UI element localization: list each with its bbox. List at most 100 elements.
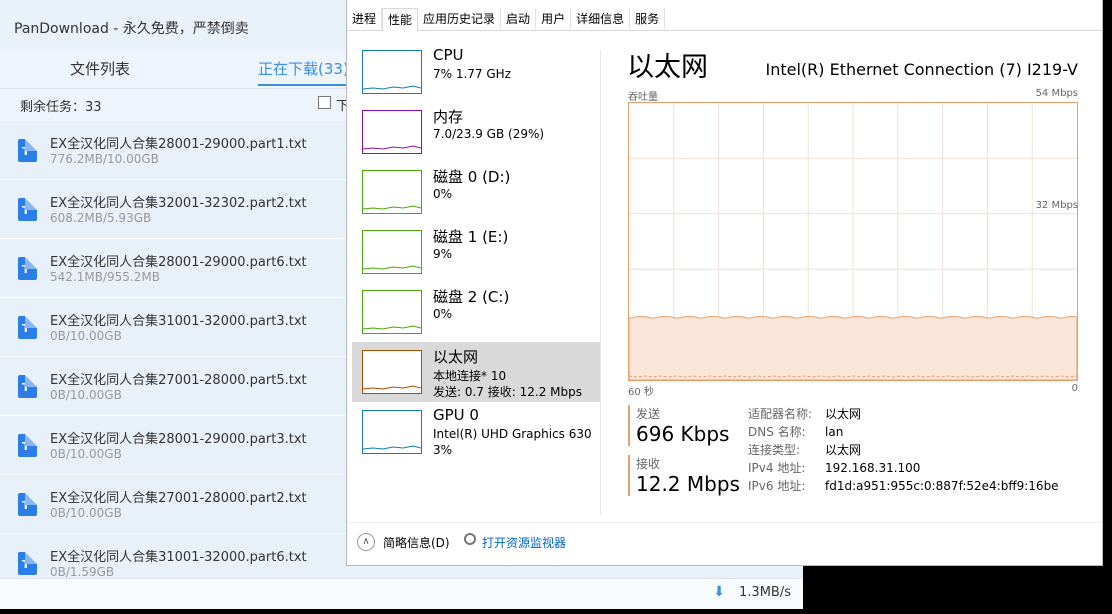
device-thumbnail — [362, 410, 422, 454]
device-item[interactable]: CPU 7% 1.77 GHz — [352, 42, 600, 102]
device-thumbnail — [362, 50, 422, 94]
text-file-icon: T — [18, 316, 37, 339]
device-sparkline — [362, 85, 422, 90]
divider — [600, 50, 601, 515]
receive-area — [628, 316, 1078, 381]
property-key: DNS 名称: — [748, 425, 806, 439]
device-name: 磁盘 2 (C:) — [433, 288, 510, 306]
device-item[interactable]: 磁盘 1 (E:) 9% — [352, 222, 600, 282]
tab-bar: 进程 性能 应用历史记录 启动 用户 详细信息 服务 — [347, 8, 1102, 32]
property-row: IPv4 地址: 192.168.31.100 — [748, 459, 1059, 477]
tab-2[interactable]: 应用历史记录 — [418, 8, 502, 29]
property-value: 以太网 — [825, 443, 862, 457]
file-name: EX全汉化同人合集27001-28000.part2.txt — [50, 491, 307, 506]
x-right-label: 0 — [1071, 383, 1078, 394]
text-file-icon: T — [18, 198, 37, 221]
file-icon-letter: T — [22, 263, 30, 276]
file-progress: 608.2MB/5.93GB — [50, 211, 152, 225]
file-name: EX全汉化同人合集28001-29000.part3.txt — [50, 432, 307, 447]
send-stat: 发送 696 Kbps — [628, 405, 746, 446]
tab-6[interactable]: 服务 — [630, 8, 666, 29]
device-thumbnail — [362, 290, 422, 334]
device-sparkline — [362, 205, 422, 210]
send-value: 696 Kbps — [636, 422, 730, 446]
property-row: 连接类型: 以太网 — [748, 441, 1059, 459]
active-tab-indicator — [258, 84, 348, 86]
page-title: 以太网 — [627, 52, 708, 83]
property-value: 192.168.31.100 — [825, 461, 921, 475]
file-icon-letter: T — [22, 499, 30, 512]
tab-4[interactable]: 用户 — [536, 8, 572, 29]
device-detail: 9% — [433, 247, 453, 261]
brief-info-button[interactable]: 简略信息(D) — [383, 534, 450, 551]
device-name: CPU — [433, 46, 464, 64]
device-detail: 7.0/23.9 GB (29%) — [433, 127, 545, 141]
file-icon-letter: T — [22, 322, 30, 335]
device-detail-2: 发送: 0.7 接收: 12.2 Mbps — [433, 385, 582, 399]
property-row: IPv6 地址: fd1d:a951:955c:0:887f:52e4:bff9:… — [748, 477, 1059, 495]
property-value: 以太网 — [825, 407, 862, 421]
select-checkbox[interactable] — [318, 96, 331, 109]
property-key: 适配器名称: — [748, 407, 813, 421]
file-progress: 0B/10.00GB — [50, 447, 122, 461]
remaining-tasks: 剩余任务：33 — [20, 100, 102, 115]
tab-downloading[interactable]: 正在下载(33) — [258, 58, 349, 79]
text-file-icon: T — [18, 139, 37, 162]
device-detail-2: 3% — [433, 443, 453, 457]
task-manager-window: 进程 性能 应用历史记录 启动 用户 详细信息 服务 CPU 7% 1.77 GHz 内存 7.0… — [346, 0, 1103, 566]
device-item[interactable]: 磁盘 2 (C:) 0% — [352, 282, 600, 342]
chevron-up-icon[interactable]: ∧ — [357, 533, 375, 551]
property-row: 适配器名称: 以太网 — [748, 405, 1059, 423]
tab-1[interactable]: 性能 — [382, 8, 419, 32]
throughput-graph-svg — [628, 103, 1078, 381]
x-left-label: 60 秒 — [628, 387, 654, 398]
device-thumbnail — [362, 350, 422, 394]
y-max-label: 54 Mbps — [1035, 88, 1078, 99]
text-file-icon: T — [18, 375, 37, 398]
footer: ∧ 简略信息(D) 打开资源监视器 — [347, 522, 1102, 566]
text-file-icon: T — [18, 434, 37, 457]
device-item[interactable]: 磁盘 0 (D:) 0% — [352, 162, 600, 222]
file-progress: 0B/1.59GB — [50, 565, 115, 579]
device-name: 以太网 — [433, 348, 479, 366]
throughput-graph — [628, 102, 1078, 381]
receive-value: 12.2 Mbps — [636, 472, 740, 496]
y-mid-label: 32 Mbps — [1035, 200, 1078, 211]
file-progress: 0B/10.00GB — [50, 388, 122, 402]
file-icon-letter: T — [22, 440, 30, 453]
open-resource-monitor-link[interactable]: 打开资源监视器 — [482, 534, 566, 551]
device-sparkline — [362, 445, 422, 450]
device-detail: 0% — [433, 187, 453, 201]
file-name: EX全汉化同人合集31001-32000.part6.txt — [50, 550, 307, 565]
file-icon-letter: T — [22, 204, 30, 217]
tab-5[interactable]: 详细信息 — [571, 8, 631, 29]
device-name: 磁盘 0 (D:) — [433, 168, 511, 186]
file-name: EX全汉化同人合集27001-28000.part5.txt — [50, 373, 307, 388]
download-arrow-icon: ⬇ — [713, 584, 725, 600]
file-name: EX全汉化同人合集32001-32302.part2.txt — [50, 196, 307, 211]
device-name: 内存 — [433, 108, 464, 126]
property-key: IPv4 地址: — [748, 461, 806, 475]
tab-3[interactable]: 启动 — [501, 8, 537, 29]
device-item[interactable]: GPU 0 Intel(R) UHD Graphics 630 3% — [352, 402, 600, 462]
device-thumbnail — [362, 170, 422, 214]
file-icon-letter: T — [22, 558, 30, 571]
receive-label: 接收 — [636, 457, 661, 471]
tab-file-list[interactable]: 文件列表 — [70, 58, 130, 79]
property-key: 连接类型: — [748, 443, 801, 457]
property-value: fd1d:a951:955c:0:887f:52e4:bff9:16be — [825, 479, 1059, 493]
device-sparkline — [362, 145, 422, 150]
tab-0[interactable]: 进程 — [347, 8, 383, 29]
device-sparkline — [362, 385, 422, 390]
file-name: EX全汉化同人合集28001-29000.part6.txt — [50, 255, 307, 270]
text-file-icon: T — [18, 257, 37, 280]
receive-stat: 接收 12.2 Mbps — [628, 455, 746, 496]
device-item[interactable]: 内存 7.0/23.9 GB (29%) — [352, 102, 600, 162]
device-item[interactable]: 以太网 本地连接* 10 发送: 0.7 接收: 12.2 Mbps — [352, 342, 600, 402]
property-key: IPv6 地址: — [748, 479, 806, 493]
window-title: PanDownload - 永久免费，严禁倒卖 — [14, 21, 249, 37]
file-progress: 0B/10.00GB — [50, 506, 122, 520]
throughput-label: 吞吐量 — [628, 92, 658, 103]
file-name: EX全汉化同人合集28001-29000.part1.txt — [50, 137, 307, 152]
send-label: 发送 — [636, 407, 661, 421]
